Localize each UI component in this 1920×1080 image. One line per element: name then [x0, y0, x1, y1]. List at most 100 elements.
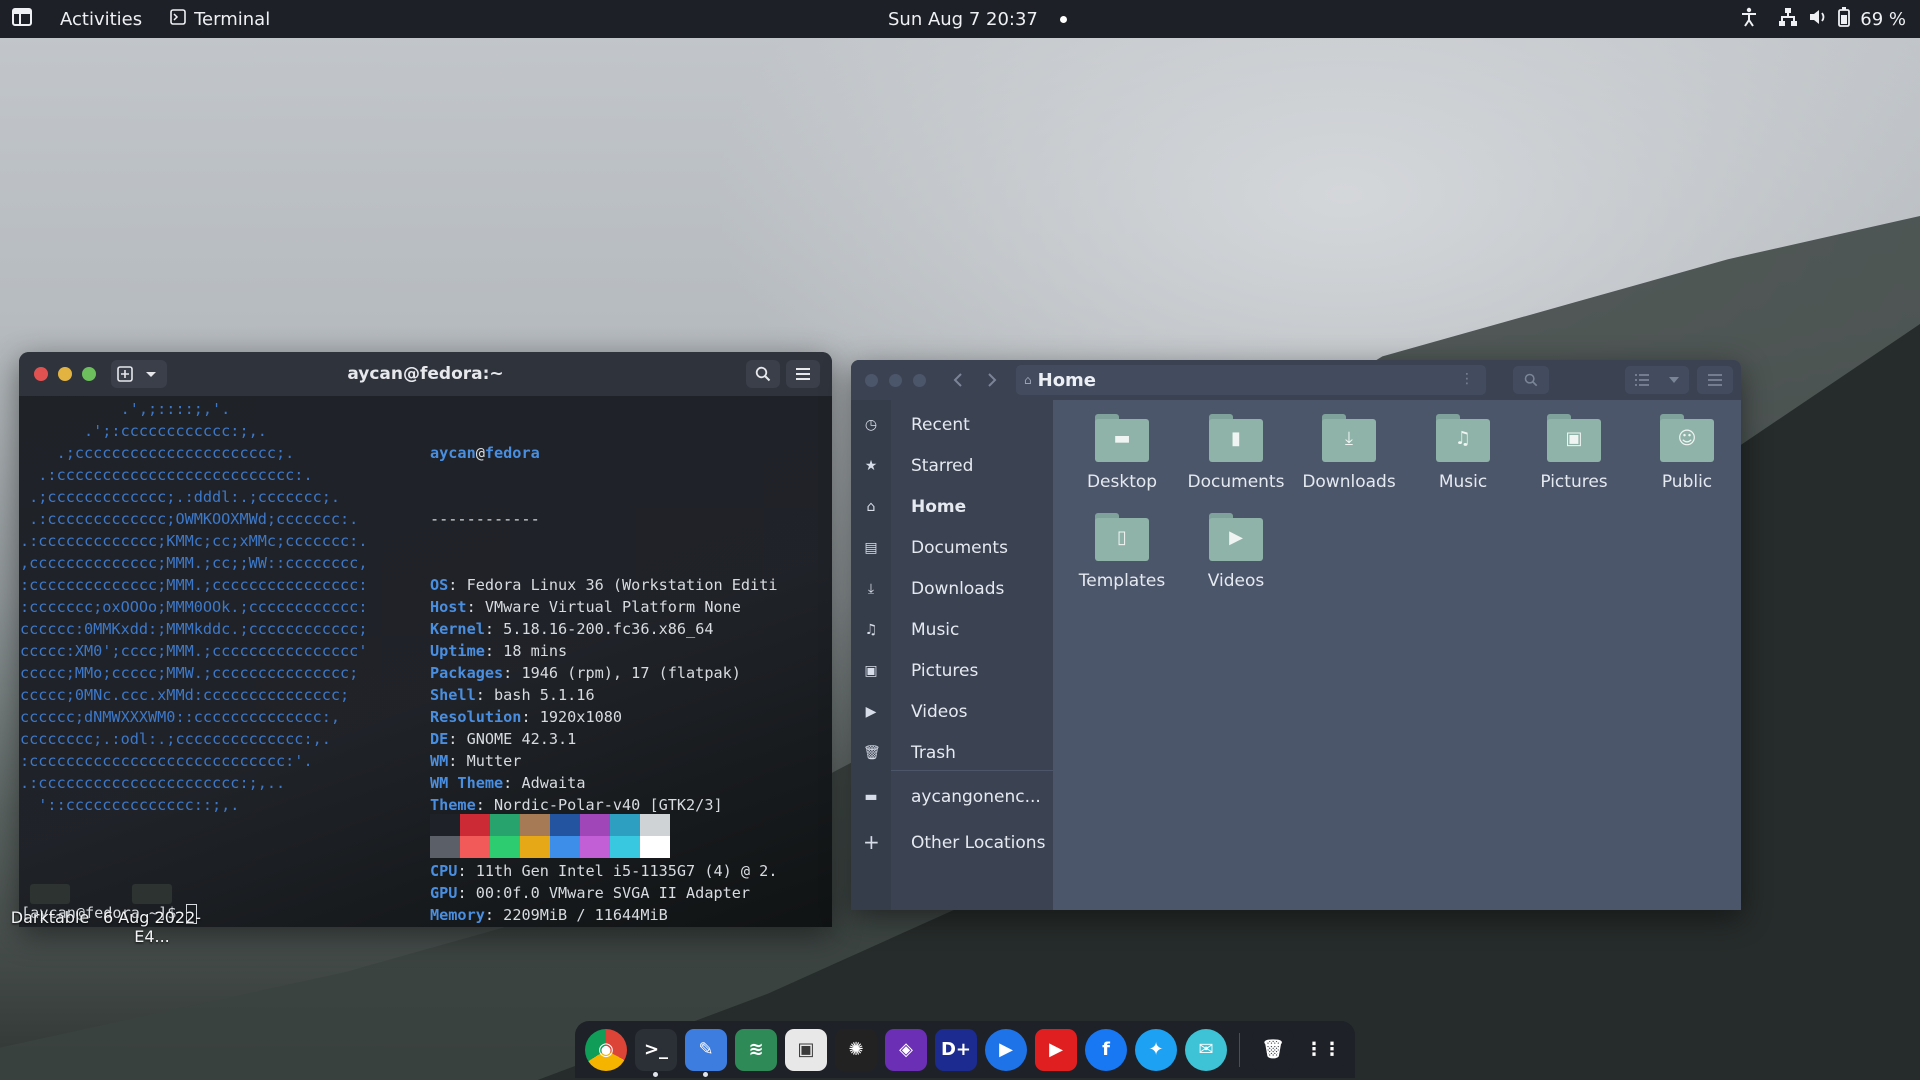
layers-icon[interactable]: ≋	[735, 1028, 777, 1071]
system-menu[interactable]: 69 %	[1778, 6, 1906, 32]
folder-item[interactable]: ♫ Music	[1408, 414, 1518, 492]
media-player-icon[interactable]: ▶	[985, 1028, 1027, 1071]
clock[interactable]: Sun Aug 7 20:37	[888, 9, 1038, 30]
accessibility-icon[interactable]	[1740, 7, 1758, 32]
video-icon: ▶	[865, 704, 877, 720]
logo-line: cccccc:0MMKxdd:;MMMkddc.;cccccccccccc;	[20, 620, 368, 638]
sidebar-item-videos[interactable]: ▶ Videos	[851, 697, 1053, 727]
terminal-app-icon	[170, 8, 186, 30]
info-row: CPU: 11th Gen Intel i5-1135G7 (4) @ 2.	[430, 862, 778, 880]
info-row: Host: VMware Virtual Platform None	[430, 598, 741, 616]
info-value: 18 mins	[503, 642, 568, 660]
folder-item[interactable]: ▮ Documents	[1181, 414, 1291, 492]
desktop-icon-darktable[interactable]: Darktable	[8, 884, 92, 927]
dock: ◉ >_ ✎ ≋ ▣ ✺ ◈ D+ ▶ ▶ f ✦ ✉ 🗑 ⋮⋮	[575, 1021, 1355, 1078]
folder-item[interactable]: ☺ Public	[1632, 414, 1741, 492]
info-value: GNOME 42.3.1	[466, 730, 577, 748]
notification-dot	[1059, 15, 1067, 23]
sidebar-item-music[interactable]: ♫ Music	[851, 615, 1053, 645]
palette-swatch	[610, 814, 640, 836]
sidebar-item-recent[interactable]: ◷ Recent	[851, 410, 1053, 440]
user-name: aycan	[430, 444, 476, 462]
palette-swatch	[490, 814, 520, 836]
plus-icon: +	[863, 830, 880, 854]
sidebar-item-label: Documents	[911, 538, 1008, 558]
pictures-folder-icon: ▣	[1547, 414, 1601, 462]
app-grid-icon[interactable]: ⋮⋮	[1302, 1028, 1344, 1071]
maximize-icon[interactable]	[913, 374, 926, 387]
desktop-icon-screenshot[interactable]: 6 Aug 2022-E4...	[100, 884, 204, 946]
sidebar-item-aycangonenc[interactable]: ▬ aycangonenc...	[851, 782, 1053, 812]
twitter-icon[interactable]: ✦	[1135, 1028, 1177, 1071]
darktable-icon[interactable]: ✺	[835, 1028, 877, 1071]
forward-button[interactable]	[977, 367, 1007, 393]
sidebar-item-label: Pictures	[911, 661, 979, 681]
close-icon[interactable]	[865, 374, 878, 387]
logo-line: .';:cccccccccccc:;,.	[20, 422, 267, 440]
folder-label: Templates	[1078, 571, 1166, 591]
sidebar-item-trash[interactable]: 🗑 Trash	[851, 738, 1053, 768]
hamburger-menu-button[interactable]	[1697, 366, 1733, 394]
desktop-icon-label: Darktable	[10, 908, 90, 927]
info-row: Memory: 2209MiB / 11644MiB	[430, 906, 668, 924]
path-menu-icon[interactable]: ⋮	[1460, 371, 1474, 387]
app-menu[interactable]: Terminal	[170, 9, 270, 30]
info-key: Resolution	[430, 708, 522, 726]
folder-item[interactable]: ▬ Desktop	[1067, 414, 1177, 492]
hamburger-menu-button[interactable]	[786, 360, 820, 388]
search-button[interactable]	[746, 360, 780, 388]
terminal-output[interactable]: .',;::::;,'. .';:cccccccccccc:;,. .;cccc…	[19, 396, 832, 927]
info-key: Kernel	[430, 620, 485, 638]
mail-icon[interactable]: ✉	[1185, 1028, 1227, 1071]
sidebar-divider	[891, 770, 1053, 771]
facebook-icon[interactable]: f	[1085, 1028, 1127, 1071]
info-value: Fedora Linux 36 (Workstation Editi	[466, 576, 778, 594]
sidebar-item-home[interactable]: ⌂ Home	[851, 492, 1053, 522]
files-headerbar[interactable]: ⌂ Home ⋮	[851, 360, 1741, 400]
folder-item[interactable]: ⤓ Downloads	[1294, 414, 1404, 492]
palette-swatch	[430, 814, 460, 836]
photo-app-icon[interactable]: ◈	[885, 1028, 927, 1071]
info-row: Packages: 1946 (rpm), 17 (flatpak)	[430, 664, 741, 682]
files-window[interactable]: ⌂ Home ⋮ ◷ Recent ★ Starred ⌂ Home ▤ Documents ⤓…	[851, 360, 1741, 910]
folder-item[interactable]: ▶ Videos	[1181, 513, 1291, 591]
search-button[interactable]	[1513, 366, 1549, 394]
info-value: 1946 (rpm), 17 (flatpak)	[521, 664, 741, 682]
files-sidebar: ◷ Recent ★ Starred ⌂ Home ▤ Documents ⤓ Downloads…	[851, 400, 1053, 910]
sidebar-item-documents[interactable]: ▤ Documents	[851, 533, 1053, 563]
back-button[interactable]	[943, 367, 973, 393]
chrome-icon[interactable]: ◉	[585, 1028, 627, 1071]
info-value: Nordic-Polar-v40 [GTK2/3]	[494, 796, 723, 814]
path-bar[interactable]: ⌂ Home ⋮	[1016, 365, 1486, 395]
battery-percent: 69 %	[1860, 8, 1906, 30]
logo-line: ccccc:XM0';cccc;MMM.;cccccccccccccccc'	[20, 642, 368, 660]
sidebar-item-pictures[interactable]: ▣ Pictures	[851, 656, 1053, 686]
sidebar-item-other-locations[interactable]: + Other Locations	[851, 828, 1053, 858]
folder-item[interactable]: ▣ Pictures	[1519, 414, 1629, 492]
sidebar-item-downloads[interactable]: ⤓ Downloads	[851, 574, 1053, 604]
activities-button[interactable]: Activities	[60, 9, 142, 30]
youtube-icon[interactable]: ▶	[1035, 1028, 1077, 1071]
folder-item[interactable]: ▯ Templates	[1067, 513, 1177, 591]
software-store-icon[interactable]: ▣	[785, 1028, 827, 1071]
palette-swatch	[550, 836, 580, 858]
star-icon: ★	[864, 458, 878, 474]
logo-line: '::cccccccccccccc::;,.	[20, 796, 240, 814]
text-editor-icon[interactable]: ✎	[685, 1028, 727, 1077]
terminal-icon[interactable]: >_	[635, 1028, 677, 1077]
view-options-button[interactable]	[1625, 366, 1689, 394]
sidebar-item-starred[interactable]: ★ Starred	[851, 451, 1053, 481]
drive-icon: ▬	[864, 789, 878, 805]
trash-icon[interactable]: 🗑	[1252, 1028, 1294, 1071]
terminal-window[interactable]: aycan@fedora:~ .',;::::;,'. .';:cccccccc…	[19, 352, 832, 927]
terminal-titlebar[interactable]: aycan@fedora:~	[19, 352, 832, 397]
info-row: Theme: Nordic-Polar-v40 [GTK2/3]	[430, 796, 723, 814]
download-icon: ⤓	[867, 581, 875, 597]
sidebar-item-label: Home	[911, 497, 967, 517]
desktop-icon-label: 6 Aug 2022-E4...	[102, 908, 202, 946]
minimize-icon[interactable]	[889, 374, 902, 387]
desktop-folder-icon: ▬	[1095, 414, 1149, 462]
workspace-icon[interactable]	[12, 7, 32, 31]
documents-folder-icon: ▮	[1209, 414, 1263, 462]
disney-plus-icon[interactable]: D+	[935, 1028, 977, 1071]
